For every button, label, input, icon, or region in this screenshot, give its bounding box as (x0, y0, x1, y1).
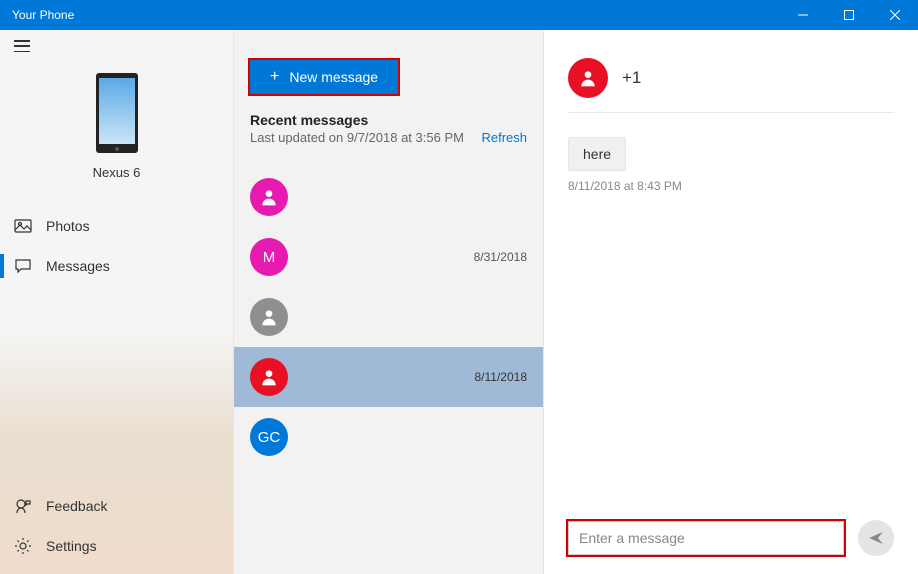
conversation-list: M 8/31/2018 8/11/2018 GC (234, 167, 543, 467)
conversation-date: 8/31/2018 (474, 250, 527, 264)
minimize-button[interactable] (780, 0, 826, 30)
new-message-button[interactable]: + New message (250, 60, 398, 94)
new-message-label: New message (289, 69, 378, 85)
nav-label: Settings (46, 538, 97, 554)
nav-list: Photos Messages (0, 206, 233, 486)
conversation-item[interactable]: M 8/31/2018 (234, 227, 543, 287)
last-updated: Last updated on 9/7/2018 at 3:56 PM (250, 130, 464, 145)
conversation-date: 8/11/2018 (475, 370, 528, 384)
feedback-icon (14, 497, 32, 515)
message-time: 8/11/2018 at 8:43 PM (568, 179, 894, 193)
sidebar-item-photos[interactable]: Photos (0, 206, 233, 246)
window-controls (780, 0, 918, 30)
conversation-item[interactable]: 8/11/2018 (234, 347, 543, 407)
send-button[interactable] (858, 520, 894, 556)
hamburger-button[interactable] (0, 30, 233, 62)
message-input[interactable] (568, 521, 844, 555)
nav-label: Messages (46, 258, 110, 274)
maximize-button[interactable] (826, 0, 872, 30)
refresh-link[interactable]: Refresh (481, 130, 527, 145)
hamburger-icon (14, 40, 30, 52)
person-icon (259, 367, 279, 387)
avatar (250, 178, 288, 216)
send-icon (868, 530, 884, 546)
chat-icon (14, 257, 32, 275)
message-bubble: here (568, 137, 626, 171)
contact-number: +1 (622, 68, 641, 88)
sidebar-item-messages[interactable]: Messages (0, 246, 233, 286)
conversation-item[interactable] (234, 287, 543, 347)
sidebar: Nexus 6 Photos Messages (0, 30, 234, 574)
person-icon (259, 307, 279, 327)
app-title: Your Phone (12, 8, 780, 22)
plus-icon: + (270, 68, 279, 86)
contact-avatar (568, 58, 608, 98)
person-icon (578, 68, 598, 88)
nav-label: Feedback (46, 498, 107, 514)
close-button[interactable] (872, 0, 918, 30)
contact-header: +1 (568, 58, 894, 113)
phone-name: Nexus 6 (0, 165, 233, 180)
sidebar-bottom: Feedback Settings (0, 486, 233, 574)
compose-row (568, 514, 894, 562)
messages-area: here 8/11/2018 at 8:43 PM (568, 113, 894, 514)
avatar: M (250, 238, 288, 276)
message-panel: +1 here 8/11/2018 at 8:43 PM (544, 30, 918, 574)
avatar (250, 358, 288, 396)
conversation-item[interactable]: GC (234, 407, 543, 467)
person-icon (259, 187, 279, 207)
gear-icon (14, 537, 32, 555)
recent-messages-title: Recent messages (250, 112, 527, 128)
titlebar: Your Phone (0, 0, 918, 30)
phone-icon (95, 72, 139, 154)
nav-label: Photos (46, 218, 90, 234)
photo-icon (14, 217, 32, 235)
avatar (250, 298, 288, 336)
sidebar-item-feedback[interactable]: Feedback (0, 486, 233, 526)
avatar: GC (250, 418, 288, 456)
conversation-item[interactable] (234, 167, 543, 227)
sidebar-item-settings[interactable]: Settings (0, 526, 233, 566)
phone-preview: Nexus 6 (0, 62, 233, 192)
conversation-list-panel: + New message Recent messages Last updat… (234, 30, 544, 574)
